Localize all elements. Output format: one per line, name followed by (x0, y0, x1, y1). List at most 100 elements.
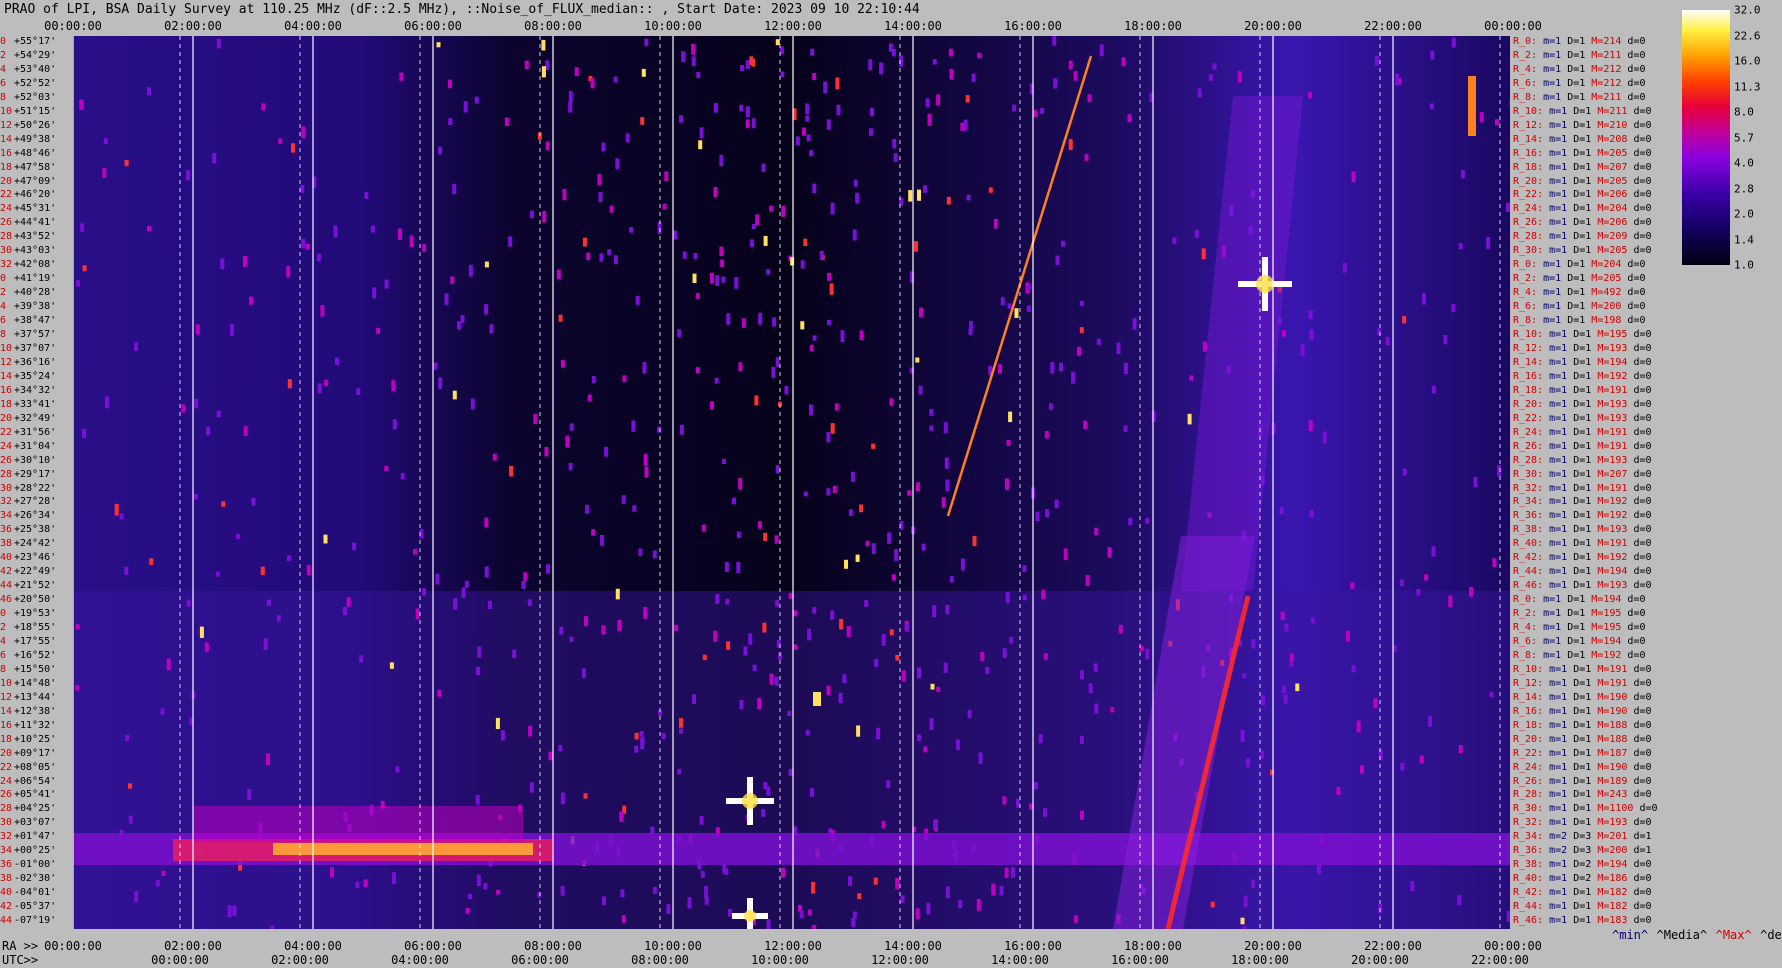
stats-field: D=1 (1573, 412, 1598, 424)
noise-pixel (1495, 119, 1499, 126)
stats-field: m=1 (1549, 496, 1574, 508)
noise-pixel (736, 531, 741, 538)
noise-pixel (830, 610, 835, 620)
noise-pixel (923, 185, 927, 193)
stats-field: R_6: (1513, 77, 1544, 89)
stats-field: R_20: (1513, 733, 1550, 745)
stats-field: D=3 (1573, 845, 1598, 857)
declination-value: +40°28' (14, 287, 57, 299)
declination-value: +05°41' (14, 789, 57, 801)
beam-index: 8 (0, 329, 7, 341)
beam-index: 32 (0, 831, 13, 843)
noise-pixel (103, 138, 108, 144)
noise-pixel (590, 78, 595, 89)
beam-index: 0 (0, 36, 7, 47)
colorbar-label: 4.0 (1734, 156, 1754, 170)
declination-label: 30 +43°03' (0, 246, 73, 256)
stats-field: M=192 (1597, 510, 1634, 522)
stats-field: D=2 (1573, 873, 1598, 885)
noise-pixel (738, 478, 743, 490)
stats-field: d=0 (1633, 761, 1652, 773)
stats-field: d=0 (1633, 915, 1652, 927)
stats-field: M=207 (1597, 161, 1634, 173)
stats-field: d=0 (1633, 370, 1652, 382)
noise-pixel (640, 738, 645, 750)
stats-field: R_34: (1513, 831, 1550, 843)
beam-index: 26 (0, 454, 13, 466)
noise-pixel (82, 265, 87, 272)
top-tick-label: 06:00:00 (404, 19, 462, 33)
stats-row: R_46: m=1 D=1 M=183 d=0 (1513, 916, 1652, 926)
noise-pixel (874, 659, 879, 667)
noise-pixel (1014, 308, 1019, 318)
stats-field: D=1 (1573, 217, 1598, 229)
noise-pixel (944, 457, 949, 469)
noise-pixel (721, 276, 726, 283)
noise-pixel (978, 752, 983, 764)
stats-field: D=1 (1567, 594, 1592, 606)
stats-field: M=193 (1597, 580, 1634, 592)
noise-pixel (1053, 78, 1058, 89)
stats-row: R_24: m=1 D=1 M=191 d=0 (1513, 427, 1652, 438)
noise-pixel (853, 179, 858, 187)
noise-pixel (1041, 589, 1046, 600)
stats-field: M=205 (1591, 273, 1628, 285)
noise-pixel (342, 606, 347, 615)
noise-pixel (894, 549, 899, 561)
beam-index: 16 (0, 719, 13, 731)
noise-pixel (1043, 808, 1047, 817)
noise-pixel (474, 96, 479, 104)
noise-pixel (181, 404, 186, 413)
declination-label: 14 +49°38' (0, 134, 73, 145)
stats-field: m=2 (1549, 845, 1574, 857)
stats-field: M=208 (1597, 133, 1634, 145)
beam-index: 38 (0, 873, 13, 885)
beam-index: 16 (0, 147, 13, 159)
noise-pixel (508, 236, 513, 247)
noise-pixel (621, 495, 626, 504)
stats-field: m=1 (1549, 384, 1574, 396)
noise-pixel (988, 187, 993, 193)
top-tick-label: 22:00:00 (1364, 19, 1422, 33)
noise-pixel (745, 119, 750, 129)
beam-index: 34 (0, 845, 13, 857)
noise-pixel (1093, 663, 1098, 672)
noise-pixel (823, 81, 828, 94)
noise-pixel (1145, 648, 1150, 660)
stats-field: R_38: (1513, 524, 1550, 536)
stats-field: D=1 (1567, 273, 1592, 285)
noise-pixel (1044, 431, 1049, 439)
stats-field: d=0 (1633, 775, 1652, 787)
noise-pixel (317, 383, 322, 394)
noise-pixel (793, 644, 798, 650)
noise-pixel (1048, 403, 1053, 410)
declination-value: +21°52' (14, 580, 57, 592)
declination-value: -01°00' (14, 859, 57, 871)
stats-field: M=191 (1597, 538, 1634, 550)
noise-pixel (642, 361, 647, 374)
noise-pixel (621, 915, 626, 923)
noise-pixel (1240, 917, 1245, 925)
noise-pixel (227, 905, 232, 918)
noise-pixel (533, 414, 538, 424)
colorbar-label: 2.0 (1734, 207, 1754, 221)
noise-pixel (807, 628, 812, 641)
utc-tick-label: 04:00:00 (391, 953, 449, 967)
noise-pixel (1004, 867, 1009, 878)
stats-row: R_2: m=1 D=1 M=211 d=0 (1513, 50, 1645, 61)
noise-pixel (775, 600, 780, 607)
noise-pixel (484, 566, 489, 578)
noise-pixel (75, 685, 80, 691)
noise-pixel (812, 607, 817, 614)
noise-pixel (1400, 763, 1405, 771)
noise-pixel (748, 633, 753, 645)
declination-value: +45°31' (14, 203, 57, 215)
stats-field: D=1 (1573, 747, 1598, 759)
top-tick-label: 14:00:00 (884, 19, 942, 33)
noise-pixel (832, 485, 837, 493)
stats-field: M=195 (1591, 622, 1628, 634)
noise-pixel (1005, 591, 1010, 604)
stats-field: m=1 (1549, 705, 1574, 717)
stats-field: M=192 (1597, 552, 1634, 564)
noise-pixel (477, 646, 482, 658)
